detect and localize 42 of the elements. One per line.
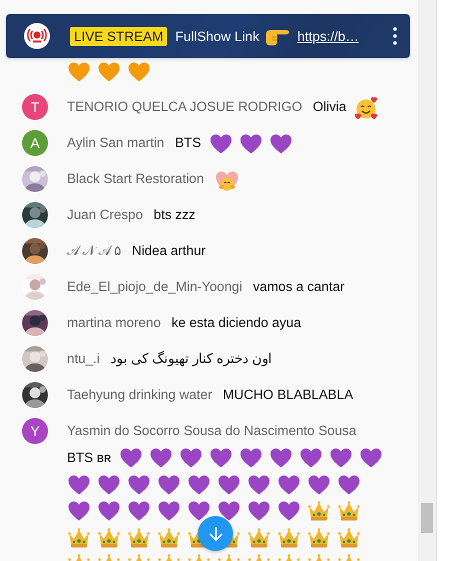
broadcast-icon	[24, 23, 50, 49]
banner-title: FullShow Link	[175, 28, 260, 44]
author-name[interactable]: Taehyung drinking water	[67, 387, 212, 402]
smiling-face-with-hearts-icon	[354, 96, 378, 120]
pinned-banner[interactable]: LIVE STREAM FullShow Link https://b…	[6, 14, 410, 58]
crown-icon	[307, 499, 331, 524]
message-text: اون دختره کنار تهیونگ کی بود	[110, 351, 272, 366]
crown-icon	[247, 526, 271, 550]
crown-icon	[127, 526, 151, 550]
avatar: T	[22, 94, 48, 120]
author-name[interactable]: ntu_.i	[67, 351, 100, 366]
author-name[interactable]: martina moreno	[67, 315, 161, 330]
author-name[interactable]: 𝒜 𝒩 𝒜 ۵	[67, 243, 122, 258]
avatar: A	[22, 130, 48, 156]
crown-icon	[337, 499, 361, 524]
more-options-icon[interactable]	[393, 27, 397, 45]
message-text: BTS	[175, 135, 202, 150]
message-text: Nidea arthur	[132, 243, 206, 258]
link[interactable]: https://b…	[297, 28, 359, 44]
live-stream-badge: LIVE STREAM	[70, 26, 168, 46]
crown-icon	[307, 526, 331, 550]
author-name[interactable]: Yasmin do Socorro Sousa do Nascimento Sousa	[67, 423, 356, 438]
scroll-down-button[interactable]	[198, 516, 233, 551]
author-name[interactable]: Juan Crespo	[67, 207, 143, 222]
message-text: MUCHO BLABLABLA	[222, 387, 354, 402]
message-text: ke esta diciendo ayua	[172, 315, 302, 330]
message-text: vamos a cantar	[252, 279, 344, 294]
crown-icon	[157, 526, 181, 550]
message-text: Olivia	[312, 99, 346, 114]
crown-icon	[277, 526, 301, 550]
message-text: bts zzz	[154, 207, 196, 222]
scrollbar[interactable]	[418, 0, 437, 561]
author-name[interactable]: Ede_El_piojo_de_Min-Yoongi	[67, 279, 242, 294]
message-text: BTS ʙʀ	[67, 450, 112, 465]
crown-icon	[97, 526, 121, 550]
author-name[interactable]: TENORIO QUELCA JOSUE RODRIGO	[67, 99, 302, 114]
author-name[interactable]: Aylin San martin	[67, 135, 164, 150]
crown-icon	[67, 526, 91, 550]
author-name[interactable]: Black Start Restoration	[67, 171, 204, 186]
crown-icon	[337, 526, 361, 550]
avatar: Y	[22, 418, 48, 444]
scrollbar-thumb[interactable]	[421, 503, 433, 533]
